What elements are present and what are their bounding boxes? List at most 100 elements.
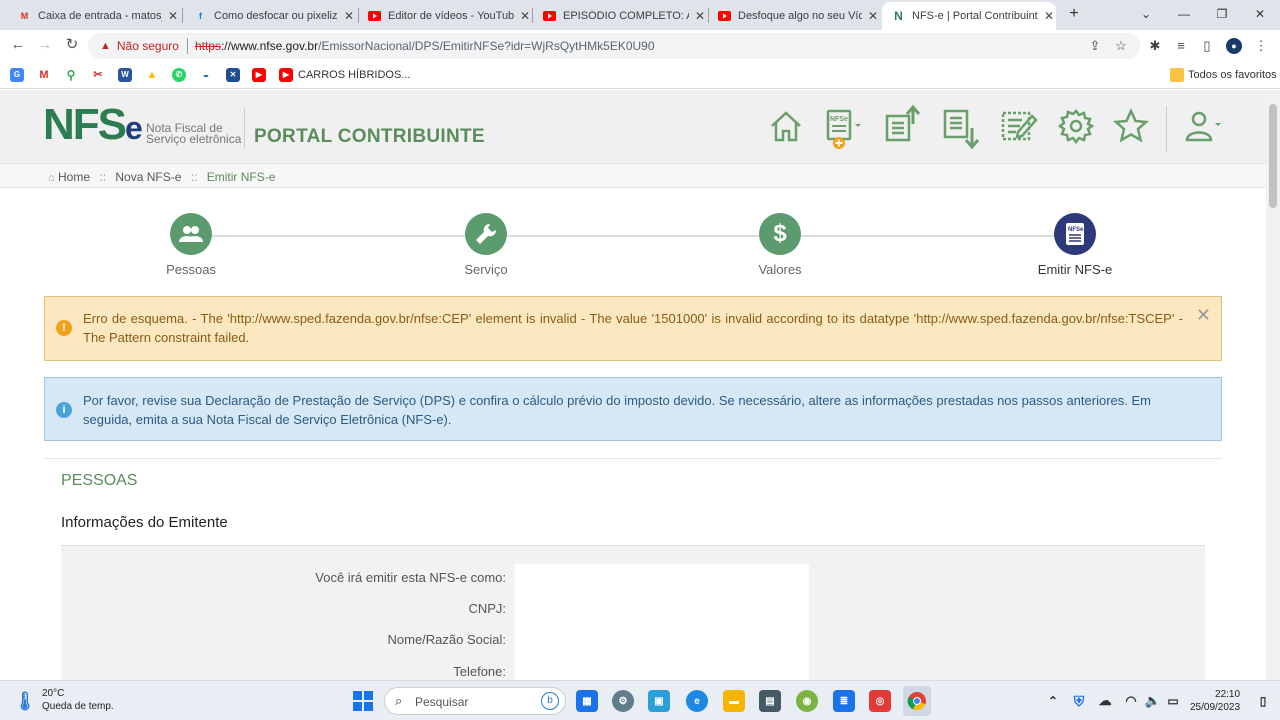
section-title: PESSOAS <box>61 472 138 489</box>
close-icon[interactable]: ✕ <box>342 9 356 23</box>
star-bookmark-icon[interactable]: ☆ <box>1113 38 1129 54</box>
settings-gear-icon[interactable] <box>1057 108 1095 145</box>
office-app-icon[interactable]: ◎ <box>869 690 891 712</box>
portal-title: PORTAL CONTRIBUINTE <box>254 126 485 147</box>
step-valores[interactable]: $ Valores <box>700 213 860 277</box>
chrome-taskbar-icon[interactable] <box>903 686 931 716</box>
volume-icon[interactable]: 🔈 <box>1142 690 1164 712</box>
logo-text: NFS <box>43 100 127 149</box>
step-servico[interactable]: Serviço <box>406 213 566 277</box>
field-values-box <box>515 564 809 680</box>
whatsapp-icon[interactable]: ✆ <box>172 68 186 82</box>
word-icon[interactable]: W <box>118 68 132 82</box>
bookmark-icon[interactable]: ✂ <box>91 68 105 82</box>
dollar-icon: $ <box>759 213 801 255</box>
reading-list-icon[interactable]: ≡ <box>1173 38 1189 54</box>
nfse-badge-text: NFSe <box>830 116 848 123</box>
error-message: Erro de esquema. - The 'http://www.sped.… <box>83 311 1183 345</box>
weather-icon[interactable]: 🌡 <box>14 690 37 712</box>
breadcrumb-current: Emitir NFS-e <box>206 170 276 184</box>
maximize-icon[interactable]: ❐ <box>1212 4 1232 24</box>
notepad-app-icon[interactable]: ≣ <box>833 690 855 712</box>
step-label: Pessoas <box>166 262 216 277</box>
clock-date: 25/09/2023 <box>1190 702 1241 713</box>
browser-tab[interactable]: f Como desfocar ou pixeliza ✕ <box>184 2 356 30</box>
close-icon[interactable]: ✕ <box>1042 9 1056 23</box>
all-bookmarks-button[interactable]: Todos os favoritos <box>1188 69 1277 81</box>
onedrive-icon[interactable]: ☁ <box>1094 690 1116 712</box>
taskbar-search[interactable]: ⌕ Pesquisar b <box>384 687 566 715</box>
info-message: Por favor, revise sua Declaração de Pres… <box>83 393 1151 427</box>
edge-app-icon[interactable]: e <box>686 690 708 712</box>
drive-icon[interactable]: ▲ <box>145 68 159 82</box>
reload-icon[interactable]: ↻ <box>63 36 81 54</box>
translate-icon[interactable]: G <box>10 68 24 82</box>
favorites-star-icon[interactable] <box>1112 107 1150 144</box>
download-document-icon[interactable] <box>942 108 980 150</box>
nfse-logo[interactable]: NFSe <box>43 103 143 149</box>
chevron-up-icon[interactable]: ⌃ <box>1042 690 1064 712</box>
tab-search-icon[interactable]: ⌄ <box>1136 4 1156 24</box>
step-emitir-nfse[interactable]: NFSe Emitir NFS-e <box>995 213 1155 277</box>
maps-icon[interactable]: ⚲ <box>64 68 78 82</box>
gmail-icon[interactable]: M <box>37 68 51 82</box>
field-label-cnpj: CNPJ: <box>468 601 506 616</box>
nfse-icon: N <box>894 9 903 23</box>
clock[interactable]: 22:10 25/09/2023 <box>1190 688 1240 714</box>
close-icon[interactable]: ✕ <box>1196 306 1211 325</box>
side-panel-icon[interactable]: ▯ <box>1199 38 1215 54</box>
info-icon: i <box>56 402 72 418</box>
bookmark-icon[interactable]: ◒ <box>199 68 213 82</box>
extensions-icon[interactable]: ✱ <box>1147 38 1163 54</box>
menu-icon[interactable]: ⋮ <box>1253 38 1269 54</box>
breadcrumb: ⌂ Home :: Nova NFS-e :: Emitir NFS-e <box>0 163 1266 188</box>
bookmark-item[interactable]: CARROS HÍBRIDOS... <box>298 69 410 81</box>
photos-app-icon[interactable]: ▣ <box>648 690 670 712</box>
new-nfse-menu-icon[interactable]: NFSe <box>824 108 861 149</box>
youtube-icon[interactable]: ▶ <box>252 68 266 82</box>
edit-document-icon[interactable] <box>1000 108 1038 144</box>
android-app-icon[interactable]: ◉ <box>796 690 818 712</box>
close-icon[interactable]: ✕ <box>166 9 180 23</box>
weather-widget[interactable]: 20°C Queda de temp. <box>42 687 114 713</box>
emitente-form: Você irá emitir esta NFS-e como: CNPJ: N… <box>61 545 1205 680</box>
close-icon[interactable]: ✕ <box>693 9 707 23</box>
breadcrumb-nova-nfse[interactable]: Nova NFS-e <box>115 170 181 184</box>
youtube-icon: ▶ <box>279 68 293 82</box>
close-icon[interactable]: ✕ <box>866 9 880 23</box>
home-icon[interactable] <box>768 108 804 144</box>
url-path: /EmissorNacional/DPS/EmitirNFSe?idr=WjRs… <box>318 39 655 53</box>
security-label[interactable]: Não seguro <box>117 39 179 53</box>
step-pessoas[interactable]: Pessoas <box>111 213 271 277</box>
minimize-icon[interactable]: — <box>1174 4 1194 24</box>
profile-avatar-icon[interactable]: ● <box>1226 38 1242 54</box>
close-icon[interactable]: ✕ <box>518 9 532 23</box>
browser-tab[interactable]: Editor de vídeos - YouTube ✕ <box>358 2 532 30</box>
bookmark-icon[interactable]: ✕ <box>226 68 240 82</box>
calculator-icon[interactable]: ▤ <box>759 690 781 712</box>
file-explorer-icon[interactable]: ▬ <box>723 690 745 712</box>
browser-tab-active[interactable]: N NFS-e | Portal Contribuinte ✕ <box>882 2 1056 30</box>
url-bar[interactable]: ▲ Não seguro https://www.nfse.gov.br/Emi… <box>88 33 1140 59</box>
calendar-app-icon[interactable]: ▦ <box>576 690 598 712</box>
windows-start-icon[interactable] <box>352 690 374 712</box>
security-shield-icon[interactable]: ⛨ <box>1068 690 1090 712</box>
new-tab-icon[interactable]: + <box>1064 4 1084 24</box>
back-icon[interactable]: ← <box>9 36 27 54</box>
browser-tab[interactable]: EPISÓDIO COMPLETO: AS ✕ <box>533 2 707 30</box>
browser-tab[interactable]: Desfoque algo no seu Víde ✕ <box>708 2 880 30</box>
settings-app-icon[interactable]: ⚙ <box>612 690 634 712</box>
breadcrumb-separator: :: <box>190 170 198 184</box>
upload-document-icon[interactable] <box>884 104 921 142</box>
scrollbar-thumb[interactable] <box>1269 104 1277 208</box>
window-close-icon[interactable]: ✕ <box>1250 4 1270 24</box>
wifi-icon[interactable]: ◠ <box>1120 690 1142 712</box>
notifications-icon[interactable]: ▯ <box>1252 690 1274 712</box>
battery-icon[interactable]: ▭ <box>1162 690 1184 712</box>
user-menu-icon[interactable] <box>1184 108 1224 144</box>
forward-icon[interactable]: → <box>36 36 54 54</box>
page-scrollbar[interactable] <box>1266 90 1280 680</box>
share-icon[interactable]: ⇪ <box>1087 38 1103 54</box>
breadcrumb-home[interactable]: Home <box>58 170 90 184</box>
browser-tab[interactable]: M Caixa de entrada - matosja ✕ <box>8 2 180 30</box>
